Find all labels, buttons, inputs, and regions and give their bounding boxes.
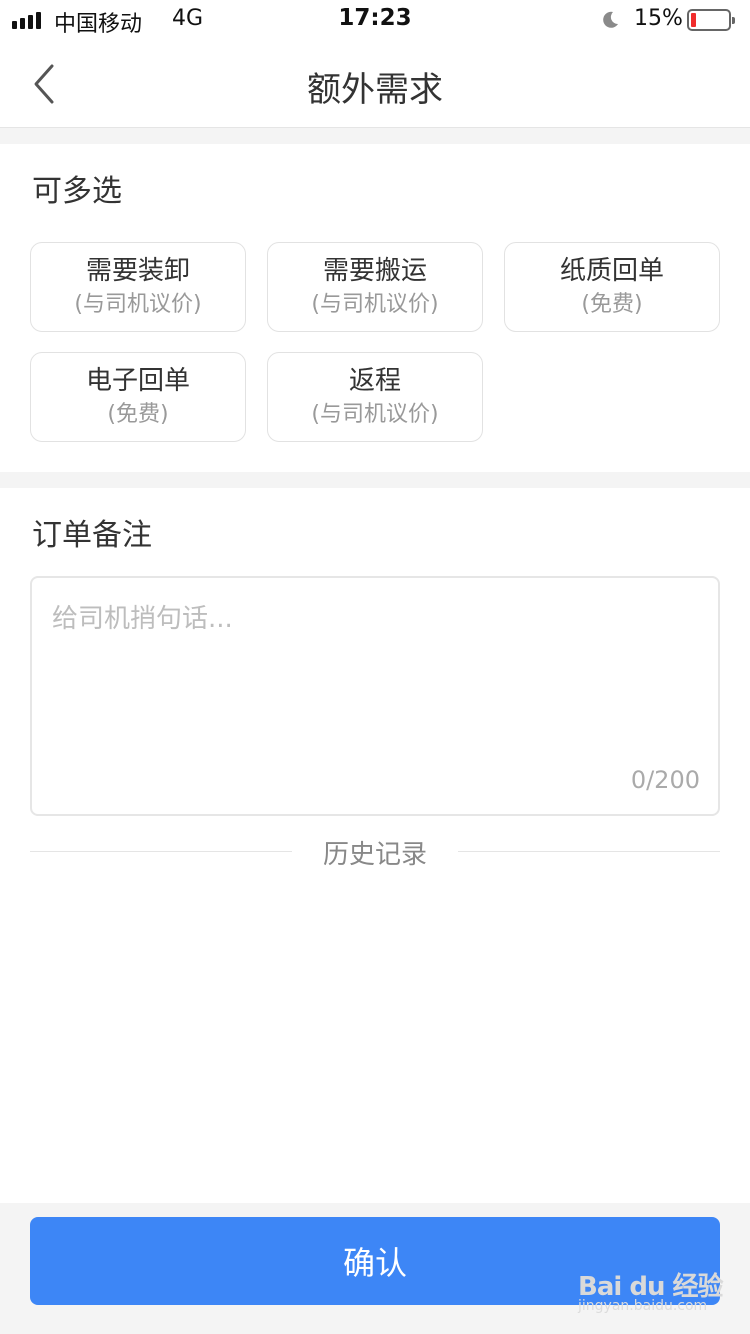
nav-bar: 额外需求 xyxy=(0,40,750,128)
remark-input[interactable] xyxy=(50,596,704,750)
remarks-section-title: 订单备注 xyxy=(32,518,152,553)
option-label: 纸质回单 xyxy=(559,256,664,286)
option-note: (免费) xyxy=(107,402,169,427)
option-carrying[interactable]: 需要搬运 (与司机议价) xyxy=(267,242,483,332)
option-electronic-receipt[interactable]: 电子回单 (免费) xyxy=(30,352,246,442)
remark-box: 0/200 xyxy=(30,576,720,816)
battery-fill xyxy=(691,13,696,27)
section-divider xyxy=(0,128,750,144)
option-note: (与司机议价) xyxy=(74,292,202,317)
moon-icon xyxy=(603,11,618,28)
battery-percent: 15% xyxy=(634,6,683,31)
option-loading-unloading[interactable]: 需要装卸 (与司机议价) xyxy=(30,242,246,332)
option-label: 需要搬运 xyxy=(322,256,427,286)
option-note: (免费) xyxy=(581,292,643,317)
option-label: 需要装卸 xyxy=(85,256,190,286)
option-note: (与司机议价) xyxy=(311,292,439,317)
battery-icon xyxy=(687,9,735,31)
option-label: 电子回单 xyxy=(85,366,190,396)
char-count: 0/200 xyxy=(630,766,700,794)
page-title: 额外需求 xyxy=(307,70,443,110)
option-return-trip[interactable]: 返程 (与司机议价) xyxy=(267,352,483,442)
option-label: 返程 xyxy=(348,366,401,396)
history-label: 历史记录 xyxy=(322,840,427,870)
options-section-title: 可多选 xyxy=(32,174,122,209)
watermark-url: jingyan.baidu.com xyxy=(578,1298,708,1314)
section-divider xyxy=(0,472,750,488)
status-bar: 中国移动 4G 17:23 15% xyxy=(0,0,750,40)
option-paper-receipt[interactable]: 纸质回单 (免费) xyxy=(504,242,720,332)
option-note: (与司机议价) xyxy=(311,402,439,427)
watermark: Bai du 经验 jingyan.baidu.com xyxy=(578,1262,738,1318)
history-row[interactable]: 历史记录 xyxy=(30,834,720,870)
